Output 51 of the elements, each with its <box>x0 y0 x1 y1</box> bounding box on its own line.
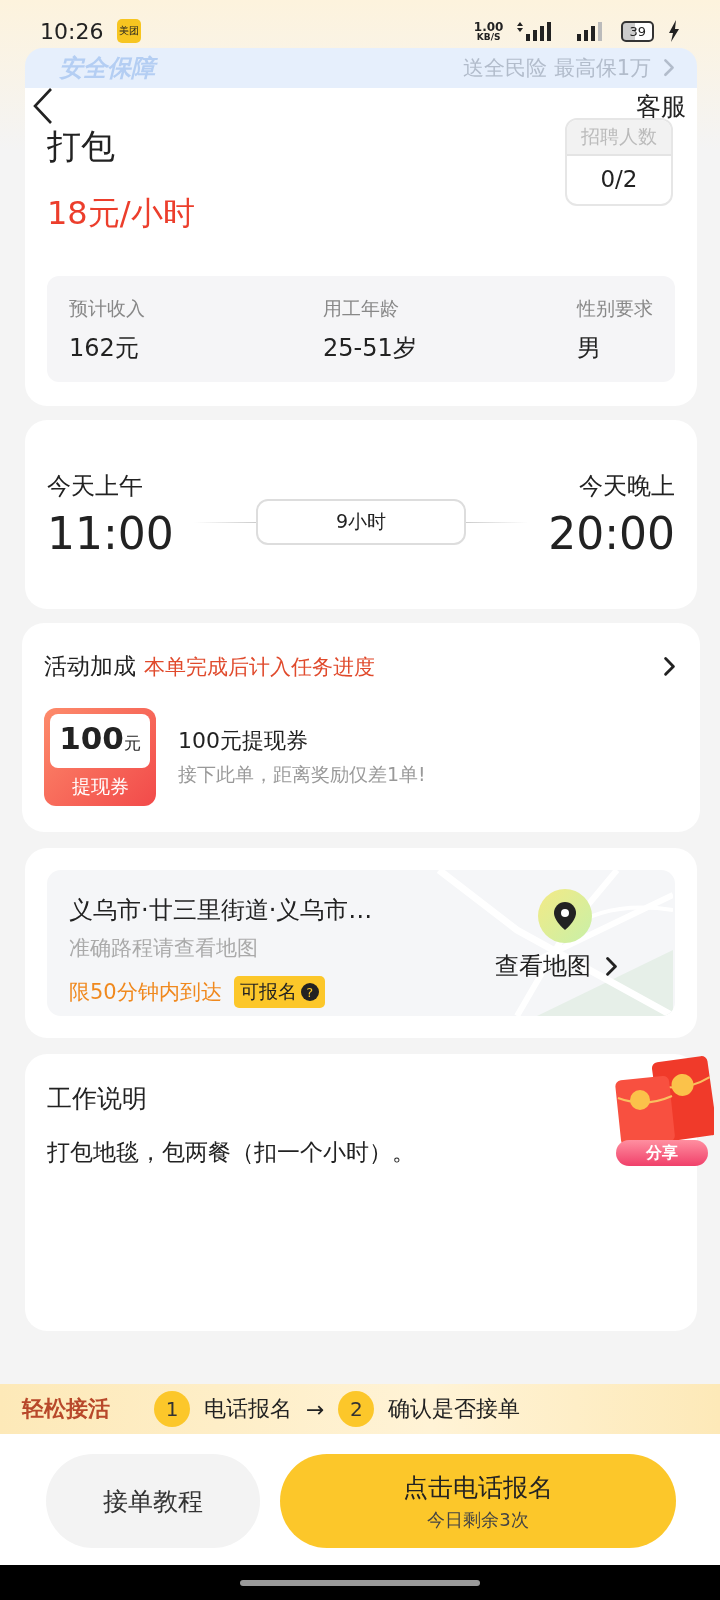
chevron-icon[interactable] <box>605 955 618 977</box>
arrow-text: → <box>306 1396 325 1422</box>
start-day: 今天上午 <box>47 470 174 502</box>
stat-value: 男 <box>577 333 602 364</box>
signup-tag[interactable]: 可报名 ? <box>233 976 325 1008</box>
signup-tag-label: 可报名 <box>239 979 297 1004</box>
hourly-wage: 18元/小时 <box>47 193 195 234</box>
stat-label: 性别要求 <box>577 296 653 321</box>
remaining-count: 今日剩余3次 <box>427 1507 529 1532</box>
coupon-hint: 接下此单，距离奖励仅差1单! <box>178 762 426 787</box>
bonus-title: 活动加成 <box>44 652 136 681</box>
route-hint: 准确路程请查看地图 <box>69 935 259 962</box>
step-label: 确认是否接单 <box>388 1395 521 1423</box>
share-label: 分享 <box>616 1140 708 1166</box>
step-number: 1 <box>154 1391 190 1427</box>
job-title: 打包 <box>47 125 116 168</box>
chevron-icon[interactable] <box>663 656 676 677</box>
stat-value: 25-51岁 <box>323 333 418 364</box>
coupon-label: 提现券 <box>71 774 129 799</box>
start-time: 11:00 <box>47 508 174 559</box>
recruit-count: 0/2 <box>599 165 639 194</box>
arrival-limit: 限50分钟内到达 <box>69 979 222 1006</box>
step-number: 2 <box>338 1391 375 1427</box>
stat-label: 用工年龄 <box>323 296 400 321</box>
location-pin-icon <box>537 888 593 944</box>
coupon-amount: 100 <box>59 720 124 756</box>
stat-label: 预计收入 <box>69 296 146 321</box>
phone-signup-button[interactable]: 点击电话报名 今日剩余3次 <box>280 1454 676 1548</box>
customer-service-link[interactable]: 客服 <box>636 89 686 123</box>
map-panel[interactable]: 义乌市·廿三里街道·义乌市… 准确路程请查看地图 限50分钟内到达 可报名 ? 查看地图 <box>47 870 675 1016</box>
view-map-link[interactable]: 查看地图 <box>495 950 591 982</box>
strip-title: 轻松接活 <box>22 1395 110 1423</box>
status-time: 10:26 <box>40 18 104 44</box>
charging-icon <box>668 20 680 42</box>
section-title: 工作说明 <box>47 1083 148 1115</box>
job-description: 打包地毯，包两餐（扣一个小时）。 <box>47 1138 415 1167</box>
app-badge: 美团 <box>117 19 142 43</box>
help-icon[interactable]: ? <box>300 983 319 1001</box>
back-icon[interactable] <box>32 87 54 125</box>
tutorial-button[interactable]: 接单教程 <box>46 1454 260 1548</box>
network-speed: 1.00 KB/S <box>473 20 504 42</box>
end-day: 今天晚上 <box>579 470 675 502</box>
stat-value: 162元 <box>69 333 140 364</box>
end-time: 20:00 <box>548 508 675 559</box>
bonus-note: 本单完成后计入任务进度 <box>144 653 375 681</box>
step-label: 电话报名 <box>204 1395 292 1423</box>
coupon-unit: 元 <box>123 732 141 755</box>
work-address: 义乌市·廿三里街道·义乌市… <box>69 895 373 926</box>
coupon-name: 100元提现券 <box>178 727 309 755</box>
home-indicator[interactable] <box>240 1579 480 1586</box>
duration-pill: 9小时 <box>256 499 466 545</box>
